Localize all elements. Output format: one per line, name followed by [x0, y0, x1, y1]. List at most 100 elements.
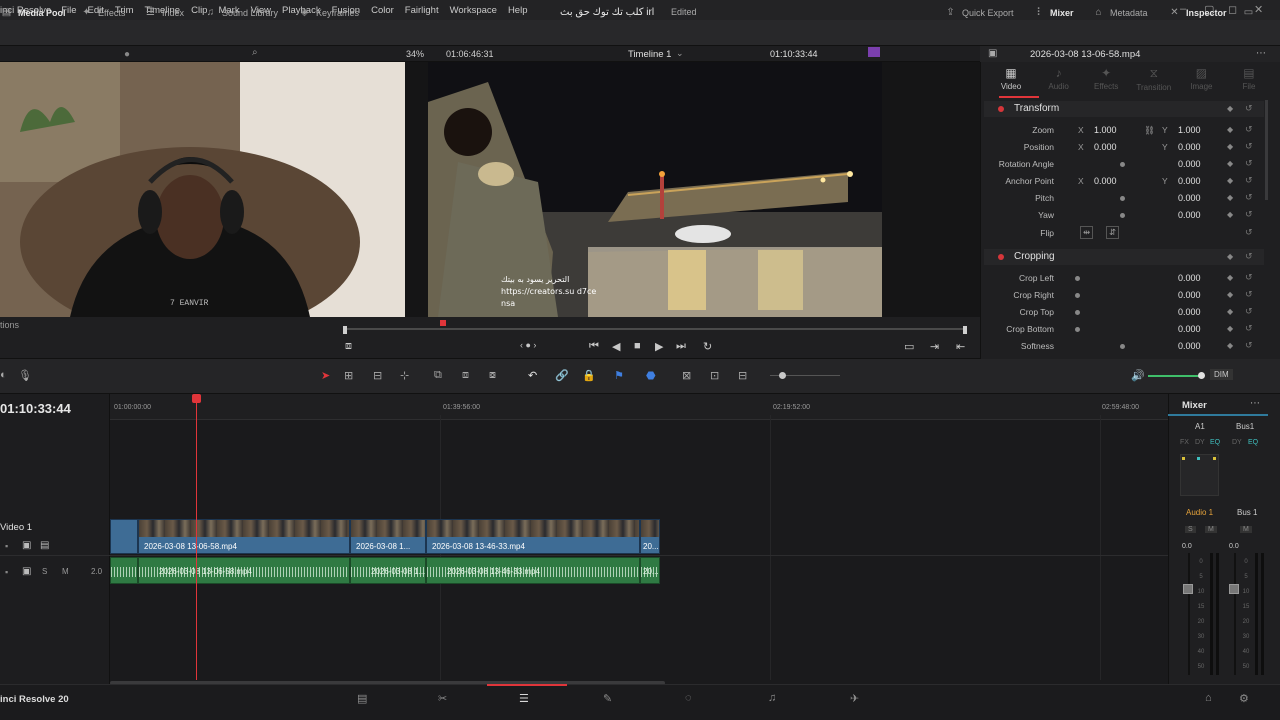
dynamic-trim-icon[interactable]: ⊟: [373, 369, 382, 382]
crop-left-slider[interactable]: [1075, 276, 1080, 281]
dy-label[interactable]: DY: [1232, 439, 1242, 446]
edit-page-icon[interactable]: ☰: [519, 692, 529, 705]
audio1-gain[interactable]: 0.0: [1182, 543, 1192, 550]
video-clip[interactable]: 2026-03-08 13-06-58.mp4: [138, 519, 350, 554]
audio-clip[interactable]: 20...: [640, 557, 660, 584]
tab-audio[interactable]: ♪ Audio: [1038, 66, 1080, 98]
out-point-icon[interactable]: [963, 326, 967, 334]
keyframe-icon[interactable]: ◆: [1227, 252, 1233, 261]
next-edit-icon[interactable]: ⇥: [930, 340, 939, 353]
reset-icon[interactable]: ↺: [1245, 192, 1253, 203]
rotation-slider[interactable]: [1120, 162, 1125, 167]
track-lock-icon[interactable]: ▪: [5, 541, 8, 551]
solo-button[interactable]: S: [42, 567, 47, 576]
jog-icon[interactable]: ‹ ● ›: [520, 340, 536, 350]
cropping-enable-icon[interactable]: [998, 254, 1004, 260]
flag-icon[interactable]: ⚑: [614, 369, 624, 382]
audio-clip[interactable]: 2026-03-08 13-06-58.mp4: [138, 557, 350, 584]
zoom-x-field[interactable]: 1.000: [1094, 125, 1117, 135]
zoom-detail-icon[interactable]: ⊡: [710, 369, 719, 382]
crop-top-slider[interactable]: [1075, 310, 1080, 315]
reset-icon[interactable]: ↺: [1245, 175, 1253, 186]
reset-icon[interactable]: ↺: [1245, 227, 1253, 238]
insert-clip-icon[interactable]: ⧉: [434, 369, 442, 382]
linked-selection-icon[interactable]: 🔗: [555, 369, 569, 382]
source-viewer[interactable]: 7 EANVIR: [0, 62, 405, 317]
tab-file[interactable]: ▤ File: [1228, 66, 1270, 98]
yaw-field[interactable]: 0.000: [1178, 210, 1201, 220]
snapping-icon[interactable]: ↶: [528, 369, 537, 382]
quick-export-button[interactable]: ⇪ Quick Export: [944, 7, 1013, 18]
panel-toggle-button[interactable]: ▭: [1242, 7, 1255, 18]
pan-control[interactable]: [1180, 454, 1219, 496]
reset-icon[interactable]: ↺: [1245, 124, 1253, 135]
mixer-mute-button[interactable]: M: [1205, 526, 1217, 533]
settings-gear-icon[interactable]: ⚙: [1239, 692, 1249, 705]
keyframe-icon[interactable]: ◆: [1227, 176, 1233, 185]
fusion-page-icon[interactable]: ✎: [603, 692, 612, 705]
reset-icon[interactable]: ↺: [1245, 340, 1253, 351]
keyframe-icon[interactable]: ◆: [1227, 193, 1233, 202]
eq-label[interactable]: EQ: [1248, 439, 1258, 446]
inspector-scrollbar[interactable]: [1265, 100, 1268, 200]
bus1-gain[interactable]: 0.0: [1229, 543, 1239, 550]
more-options-icon[interactable]: ⋯: [1250, 398, 1260, 409]
flip-vertical-icon[interactable]: ⇵: [1106, 226, 1120, 239]
reset-icon[interactable]: ↺: [1245, 323, 1253, 334]
overwrite-clip-icon[interactable]: ⧈: [462, 369, 469, 382]
tab-video[interactable]: ▦ Video: [990, 66, 1032, 98]
crop-right-slider[interactable]: [1075, 293, 1080, 298]
video-clip[interactable]: 2026-03-08 1...: [350, 519, 426, 554]
keyframe-icon[interactable]: ◆: [1227, 290, 1233, 299]
timeline-zoom-handle[interactable]: [779, 372, 786, 379]
timeline-playhead[interactable]: [196, 396, 197, 680]
pitch-field[interactable]: 0.000: [1178, 193, 1201, 203]
sound-library-button[interactable]: ♫ Sound Library: [204, 7, 278, 18]
keyframe-icon[interactable]: ◆: [1227, 210, 1233, 219]
anchor-y-field[interactable]: 0.000: [1178, 176, 1201, 186]
reset-icon[interactable]: ↺: [1245, 209, 1253, 220]
viewer-mode-icon[interactable]: ⧈: [345, 340, 352, 353]
crop-top-field[interactable]: 0.000: [1178, 307, 1201, 317]
color-icon[interactable]: [868, 47, 880, 57]
position-y-field[interactable]: 0.000: [1178, 142, 1201, 152]
viewer-playhead-icon[interactable]: [440, 320, 446, 326]
viewer-scrub-bar[interactable]: [345, 328, 967, 330]
timeline-ruler[interactable]: [110, 394, 1168, 420]
crop-left-field[interactable]: 0.000: [1178, 273, 1201, 283]
transform-enable-icon[interactable]: [998, 106, 1004, 112]
mixer-solo-button[interactable]: S: [1185, 526, 1196, 533]
keyframe-icon[interactable]: ◆: [1227, 159, 1233, 168]
cut-page-icon[interactable]: ✂: [438, 692, 447, 705]
zoom-y-field[interactable]: 1.000: [1178, 125, 1201, 135]
media-pool-button[interactable]: ▤ Media Pool: [0, 7, 66, 18]
reset-icon[interactable]: ↺: [1245, 289, 1253, 300]
eq-label[interactable]: EQ: [1210, 439, 1220, 446]
audio-monitor-icon[interactable]: ◐: [0, 369, 7, 381]
skip-back-icon[interactable]: ⏮: [589, 340, 599, 353]
source-scrub-dot-icon[interactable]: ●: [124, 49, 130, 60]
stop-icon[interactable]: ■: [634, 340, 641, 352]
fx-label[interactable]: FX: [1180, 439, 1189, 446]
video-clip[interactable]: [110, 519, 138, 554]
flip-horizontal-icon[interactable]: ⇹: [1080, 226, 1094, 239]
tab-effects[interactable]: ✦ Effects: [1085, 66, 1127, 98]
color-page-icon[interactable]: ◌: [685, 692, 692, 704]
loop-icon[interactable]: ↻: [703, 340, 712, 353]
replace-clip-icon[interactable]: ⧇: [489, 369, 496, 382]
media-page-icon[interactable]: ▤: [357, 692, 367, 705]
mixer-button[interactable]: ⫶ Mixer: [1032, 7, 1073, 18]
reset-icon[interactable]: ↺: [1245, 103, 1253, 114]
fairlight-page-icon[interactable]: ♫: [768, 692, 776, 704]
reset-icon[interactable]: ↺: [1245, 251, 1253, 262]
trim-tool-icon[interactable]: ⊞: [344, 369, 353, 382]
play-icon[interactable]: ▶: [655, 340, 663, 353]
tab-image[interactable]: ▨ Image: [1180, 66, 1222, 98]
keyframe-icon[interactable]: ◆: [1227, 142, 1233, 151]
inspector-button[interactable]: ✕ Inspector: [1168, 7, 1226, 18]
audio1-fader-handle[interactable]: [1183, 584, 1193, 594]
marker-icon[interactable]: ⬣: [646, 369, 656, 382]
keyframe-icon[interactable]: ◆: [1227, 341, 1233, 350]
lock-icon[interactable]: 🔒: [582, 369, 596, 382]
bus-mute-button[interactable]: M: [1240, 526, 1252, 533]
